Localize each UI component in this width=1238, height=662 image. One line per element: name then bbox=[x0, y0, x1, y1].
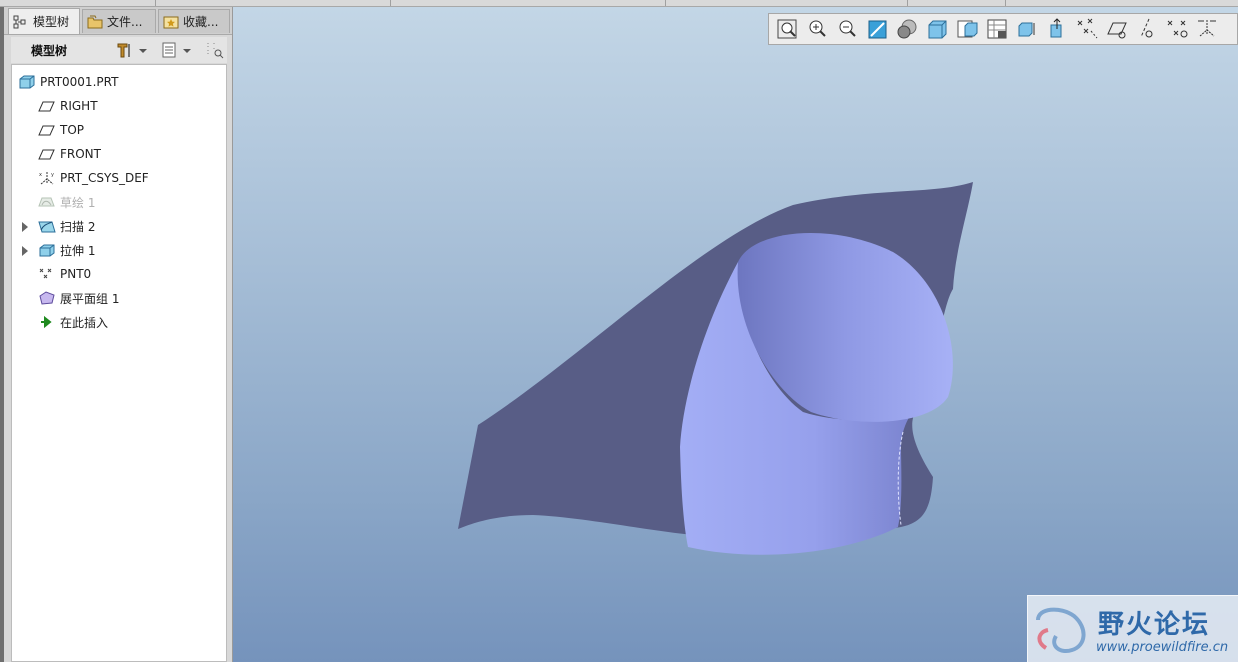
flatten-quilt-icon bbox=[38, 290, 56, 306]
tree-item-point[interactable]: PNT0 bbox=[38, 263, 91, 285]
tab-favorites[interactable]: 收藏... bbox=[158, 9, 230, 33]
tree-item-sketch[interactable]: 草绘 1 bbox=[38, 191, 95, 213]
tab-label: 模型树 bbox=[33, 15, 70, 29]
tree-item-label: TOP bbox=[60, 123, 85, 137]
tab-folder-browser[interactable]: 文件... bbox=[82, 9, 156, 33]
tree-item-csys[interactable]: xy PRT_CSYS_DEF bbox=[38, 167, 149, 189]
tab-model-tree[interactable]: 模型树 bbox=[8, 8, 80, 34]
datum-plane-icon bbox=[38, 146, 56, 162]
tree-item-label: PRT_CSYS_DEF bbox=[60, 171, 149, 185]
top-strip bbox=[0, 0, 1238, 7]
tree-item-label: FRONT bbox=[60, 147, 101, 161]
model-tree-toolbar: 模型树 bbox=[11, 37, 227, 63]
top-strip-divider bbox=[907, 0, 908, 6]
list-settings-icon bbox=[162, 42, 191, 58]
folders-icon bbox=[87, 15, 103, 29]
top-strip-divider bbox=[155, 0, 156, 6]
svg-text:x: x bbox=[39, 172, 42, 178]
tree-item-label: 扫描 2 bbox=[60, 219, 96, 234]
graphics-viewport[interactable]: 野火论坛 www.proewildfire.cn bbox=[233, 7, 1238, 662]
tree-item-part[interactable]: PRT0001.PRT bbox=[18, 71, 118, 93]
tab-label: 文件... bbox=[107, 15, 143, 29]
tree-item-label: PRT0001.PRT bbox=[40, 75, 119, 89]
navigator-panel: 模型树 文件... 收藏... 模型树 PRT0001.PRT RIGHT TO… bbox=[4, 7, 233, 662]
insert-here-icon bbox=[38, 314, 56, 330]
tools-icon bbox=[117, 43, 147, 58]
model-tree-title: 模型树 bbox=[31, 43, 68, 58]
show-menu-button[interactable] bbox=[115, 41, 149, 59]
3d-model bbox=[458, 182, 973, 555]
navigator-tabs: 模型树 文件... 收藏... bbox=[4, 7, 232, 35]
top-strip-divider bbox=[1005, 0, 1006, 6]
tree-item-sweep[interactable]: 扫描 2 bbox=[38, 215, 95, 237]
model-tree-icon bbox=[13, 15, 29, 29]
expand-sweep-toggle[interactable] bbox=[22, 222, 28, 232]
settings-menu-button[interactable] bbox=[161, 41, 195, 59]
find-button[interactable] bbox=[205, 41, 225, 59]
tree-item-label: PNT0 bbox=[60, 267, 92, 281]
watermark-title: 野火论坛 bbox=[1098, 610, 1211, 640]
svg-text:y: y bbox=[51, 172, 54, 178]
tree-item-label: RIGHT bbox=[60, 99, 98, 113]
tree-item-flatten-quilt[interactable]: 展平面组 1 bbox=[38, 287, 119, 309]
tree-item-label: 草绘 1 bbox=[60, 195, 96, 210]
sketch-icon bbox=[38, 194, 56, 210]
tree-item-right[interactable]: RIGHT bbox=[38, 95, 98, 117]
tree-item-top[interactable]: TOP bbox=[38, 119, 84, 141]
model-tree: PRT0001.PRT RIGHT TOP FRONT xy PRT_CSYS_… bbox=[11, 64, 227, 662]
extrude-icon bbox=[38, 242, 56, 258]
forum-logo-icon bbox=[1036, 607, 1086, 653]
top-strip-divider bbox=[665, 0, 666, 6]
tree-item-extrude[interactable]: 拉伸 1 bbox=[38, 239, 95, 261]
forum-watermark: 野火论坛 www.proewildfire.cn bbox=[1027, 595, 1238, 662]
datum-plane-icon bbox=[38, 122, 56, 138]
watermark-url: www.proewildfire.cn bbox=[1096, 640, 1229, 655]
tree-item-label: 拉伸 1 bbox=[60, 243, 96, 258]
datum-plane-icon bbox=[38, 98, 56, 114]
expand-extrude-toggle[interactable] bbox=[22, 246, 28, 256]
top-strip-divider bbox=[390, 0, 391, 6]
tree-item-front[interactable]: FRONT bbox=[38, 143, 101, 165]
favorites-icon bbox=[163, 15, 179, 29]
tree-item-label: 展平面组 1 bbox=[60, 291, 120, 306]
tree-filter-icon bbox=[207, 43, 224, 59]
tree-item-insert-here[interactable]: 在此插入 bbox=[38, 311, 108, 333]
tree-item-label: 在此插入 bbox=[60, 315, 109, 330]
part-icon bbox=[18, 74, 36, 90]
sweep-icon bbox=[38, 218, 56, 234]
csys-icon: xy bbox=[38, 170, 56, 186]
tab-label: 收藏... bbox=[183, 15, 219, 29]
datum-point-icon bbox=[38, 266, 56, 282]
